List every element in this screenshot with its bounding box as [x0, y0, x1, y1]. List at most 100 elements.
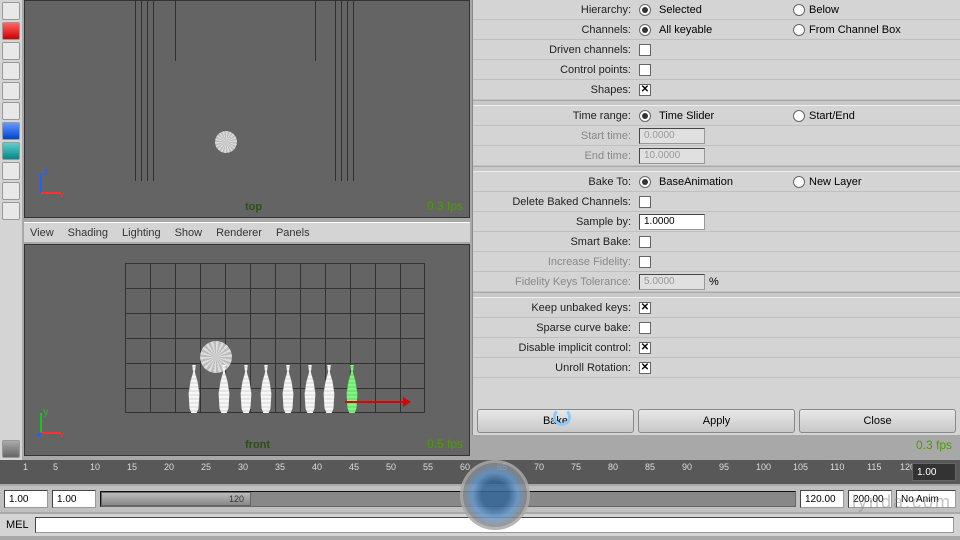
start-time-input: [639, 128, 705, 144]
range-slider[interactable]: 120: [100, 491, 796, 507]
tick: 105: [793, 462, 808, 472]
close-button[interactable]: Close: [799, 409, 956, 433]
disable-implicit-checkbox[interactable]: ✕: [639, 342, 651, 354]
lasso-tool-icon[interactable]: [2, 42, 20, 60]
hierarchy-label: Hierarchy:: [473, 4, 635, 16]
start-time-label: Start time:: [473, 130, 635, 142]
rotate-tool-icon[interactable]: [2, 102, 20, 120]
hierarchy-below-radio[interactable]: [793, 4, 805, 16]
tick: 95: [719, 462, 729, 472]
svg-text:z: z: [43, 167, 49, 178]
start-end-radio[interactable]: [793, 110, 805, 122]
menu-show[interactable]: Show: [175, 227, 203, 239]
driven-checkbox[interactable]: [639, 44, 651, 56]
smart-bake-checkbox[interactable]: [639, 236, 651, 248]
sparse-curve-label: Sparse curve bake:: [473, 322, 635, 334]
pin-6: [301, 365, 319, 413]
tick: 55: [423, 462, 433, 472]
arrow-tool-icon[interactable]: [2, 22, 20, 40]
move-tool-icon[interactable]: [2, 82, 20, 100]
manip-tool-icon[interactable]: [2, 142, 20, 160]
tick: 90: [682, 462, 692, 472]
range-end-inner[interactable]: 120.00: [800, 490, 844, 508]
shapes-label: Shapes:: [473, 84, 635, 96]
bake-simulation-dialog: Hierarchy: Selected Below Channels: All …: [472, 0, 960, 435]
range-start-outer[interactable]: 1.00: [4, 490, 48, 508]
hierarchy-selected-label: Selected: [659, 4, 702, 16]
tick: 40: [312, 462, 322, 472]
sparse-curve-checkbox[interactable]: [639, 322, 651, 334]
pin-3: [237, 365, 255, 413]
loading-spinner-icon: [553, 408, 571, 426]
newlayer-radio[interactable]: [793, 176, 805, 188]
menu-shading[interactable]: Shading: [68, 227, 108, 239]
baseanim-radio[interactable]: [639, 176, 651, 188]
single-pane-icon[interactable]: [2, 440, 20, 458]
delete-baked-checkbox[interactable]: [639, 196, 651, 208]
viewport-fps-top: 0.3 fps: [427, 199, 463, 213]
current-frame-field[interactable]: 1.00: [912, 463, 956, 481]
range-start-inner[interactable]: 1.00: [52, 490, 96, 508]
tick: 50: [386, 462, 396, 472]
svg-text:x: x: [59, 190, 65, 197]
menu-panels[interactable]: Panels: [276, 227, 310, 239]
time-slider-radio[interactable]: [639, 110, 651, 122]
viewport-top[interactable]: zx top 0.3 fps: [24, 0, 470, 218]
menu-lighting[interactable]: Lighting: [122, 227, 161, 239]
shapes-checkbox[interactable]: ✕: [639, 84, 651, 96]
menu-renderer[interactable]: Renderer: [216, 227, 262, 239]
tick: 45: [349, 462, 359, 472]
tool-shelf: [0, 0, 22, 460]
lane-geometry: [135, 1, 355, 181]
tick: 85: [645, 462, 655, 472]
apply-button[interactable]: Apply: [638, 409, 795, 433]
unroll-rotation-checkbox[interactable]: ✕: [639, 362, 651, 374]
pin-2: [215, 365, 233, 413]
svg-text:x: x: [59, 430, 65, 437]
pin-7: [320, 365, 338, 413]
tick: 20: [164, 462, 174, 472]
hierarchy-below-label: Below: [809, 4, 839, 16]
fidelity-tolerance-label: Fidelity Keys Tolerance:: [473, 276, 635, 288]
newlayer-label: New Layer: [809, 176, 862, 188]
driven-label: Driven channels:: [473, 44, 635, 56]
tick: 5: [53, 462, 58, 472]
range-handle[interactable]: 120: [101, 492, 251, 506]
viewport-front[interactable]: yxz front 0.5 fps: [24, 244, 470, 456]
fidelity-tolerance-input: [639, 274, 705, 290]
soft-mod-tool-icon[interactable]: [2, 162, 20, 180]
control-points-label: Control points:: [473, 64, 635, 76]
hierarchy-selected-radio[interactable]: [639, 4, 651, 16]
end-time-input: [639, 148, 705, 164]
tick: 35: [275, 462, 285, 472]
maya-logo-icon: [460, 460, 530, 530]
last-tool-icon[interactable]: [2, 202, 20, 220]
scale-tool-icon[interactable]: [2, 122, 20, 140]
x-axis-arrow: [345, 401, 405, 403]
delete-baked-label: Delete Baked Channels:: [473, 196, 635, 208]
channels-allkeyable-label: All keyable: [659, 24, 712, 36]
time-range-label: Time range:: [473, 110, 635, 122]
select-tool-icon[interactable]: [2, 2, 20, 20]
channels-channelbox-radio[interactable]: [793, 24, 805, 36]
viewport-label-top: top: [245, 201, 262, 213]
pin-1: [185, 365, 203, 413]
bowling-ball-top: [215, 131, 237, 153]
sample-by-input[interactable]: [639, 214, 705, 230]
keep-unbaked-checkbox[interactable]: ✕: [639, 302, 651, 314]
svg-text:z: z: [37, 430, 43, 437]
axis-indicator-top: zx: [37, 167, 67, 197]
menu-view[interactable]: View: [30, 227, 54, 239]
smart-bake-label: Smart Bake:: [473, 236, 635, 248]
tick: 1: [23, 462, 28, 472]
grid: [125, 263, 425, 413]
tick: 15: [127, 462, 137, 472]
show-manip-icon[interactable]: [2, 182, 20, 200]
channels-allkeyable-radio[interactable]: [639, 24, 651, 36]
fidelity-suffix: %: [709, 276, 719, 288]
tick: 115: [867, 462, 881, 472]
paint-tool-icon[interactable]: [2, 62, 20, 80]
control-points-checkbox[interactable]: [639, 64, 651, 76]
channels-label: Channels:: [473, 24, 635, 36]
increase-fidelity-checkbox: [639, 256, 651, 268]
